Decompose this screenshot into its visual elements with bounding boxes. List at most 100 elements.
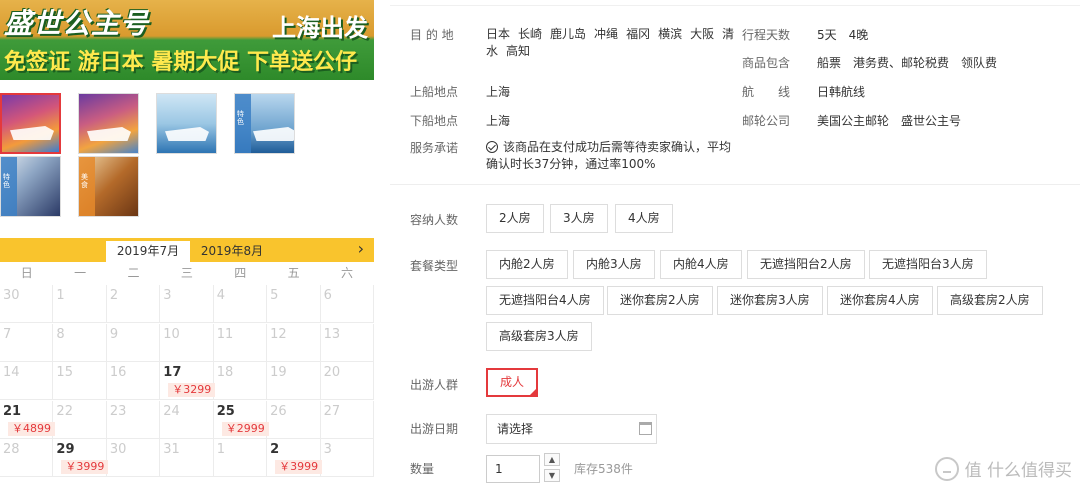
day-number: 12 [270,326,287,342]
quantity-down-button[interactable]: ▼ [544,469,560,482]
banner-promo: 免签证 游日本 暑期大促 下单送公仔 [4,50,357,75]
banner-departure: 上海出发 [272,14,368,42]
calendar-day-available[interactable]: 21 ￥4899 [0,400,55,439]
calendar-day: 19 [267,362,321,400]
package-option[interactable]: 高级套房3人房 [486,322,592,351]
package-option[interactable]: 无遮挡阳台4人房 [486,286,604,315]
tab-month-august[interactable]: 2019年8月 [192,241,272,262]
day-number: 5 [270,288,279,303]
calendar-day: 28 [0,439,54,477]
calendar-icon[interactable] [639,422,652,435]
day-price: ￥4899 [8,421,55,436]
quantity-input[interactable] [487,456,537,482]
package-option[interactable]: 内舱4人房 [660,250,742,279]
thumb-ship-sunset[interactable] [0,93,61,154]
calendar-weekdays: 日一二三四五六 [0,262,374,285]
calendar-day: 4 [213,285,268,323]
includes-value: 船票 港务费、邮轮税费 领队费 [817,56,998,70]
calendar-day-available[interactable]: 2 ￥3999 [267,439,323,477]
calendar-day: 15 [53,362,107,400]
destination-item: 鹿儿岛 [550,27,587,41]
day-price: ￥3999 [61,460,109,474]
weekday-label: 五 [287,266,300,280]
check-circle-icon [486,141,498,153]
package-label: 套餐类型 [410,259,459,273]
calendar-day: 11 [213,323,268,362]
thumb-interior[interactable]: 特色 [0,156,61,217]
watermark: 值 什么值得买 [934,456,1072,481]
group-option-adult[interactable]: 成人 [486,368,539,397]
day-number: 29 [56,442,75,457]
calendar-day: 8 [53,323,107,362]
capacity-option-2[interactable]: 2人房 [486,204,544,233]
calendar-day: 7 [0,323,54,362]
day-number: 26 [270,403,287,419]
quantity-stepper[interactable] [486,455,540,483]
thumb-ship-sunset-2[interactable] [78,93,139,154]
day-number: 30 [3,288,20,303]
date-input[interactable] [487,415,627,443]
day-number: 11 [216,326,234,342]
package-option[interactable]: 迷你套房3人房 [717,286,823,315]
day-number: 24 [163,403,180,419]
day-number: 23 [109,403,127,419]
calendar-day: 20 [320,362,374,400]
day-price: ￥3999 [275,460,323,474]
thumb-food[interactable]: 美食 [78,156,139,217]
quantity-up-button[interactable]: ▲ [544,453,560,466]
calendar-day: 5 [267,285,321,323]
qty-label: 数量 [410,462,435,476]
tab-month-july[interactable]: 2019年7月 [106,241,190,262]
weekday-label: 一 [74,266,87,280]
day-number: 21 [3,403,22,419]
day-number: 3 [323,442,332,457]
thumb-ship-sea[interactable]: 特色 [234,93,295,154]
package-option[interactable]: 无遮挡阳台3人房 [869,250,987,279]
chevron-right-icon[interactable]: › [358,239,364,259]
package-option[interactable]: 无遮挡阳台2人房 [747,250,865,279]
date-picker[interactable] [486,414,657,444]
promise-text: 该商品在支付成功后需等待卖家确认，平均确认时长37分钟，通过率100% [486,140,732,171]
destination-item: 长崎 [518,27,543,41]
capacity-option-4[interactable]: 4人房 [615,204,673,233]
package-option[interactable]: 高级套房2人房 [937,286,1043,315]
day-number: 1 [216,442,225,457]
package-option[interactable]: 内舱3人房 [573,250,655,279]
calendar-day-available[interactable]: 29 ￥3999 [53,439,109,477]
day-number: 19 [270,365,287,380]
route-label: 航 线 [742,85,791,99]
calendar-day: 6 [320,285,374,323]
destination-item: 横滨 [658,27,683,41]
product-info-panel: 目 的 地 日本 长崎 鹿儿岛 冲绳 福冈 横滨 大阪 清水 高知 行程天数 5天 4晚 商品包… [390,0,1080,495]
dest-label: 目 的 地 [410,28,454,42]
weekday-label: 日 [20,266,33,280]
day-number: 17 [163,365,182,380]
calendar-day: 23 [106,400,161,439]
calendar-day-available[interactable]: 25 ￥2999 [213,400,269,439]
calendar-day: 22 [53,400,107,439]
destination-item: 福冈 [626,27,651,41]
destination-item: 日本 [486,27,511,41]
day-number: 31 [163,442,180,457]
day-number: 8 [56,326,65,342]
group-label: 出游人群 [410,378,459,392]
capacity-option-3[interactable]: 3人房 [550,204,608,233]
calendar-day: 10 [160,323,214,362]
alight-value: 上海 [486,114,511,128]
alight-label: 下船地点 [410,114,459,128]
banner-title: 盛世公主号 [4,7,150,40]
board-label: 上船地点 [410,85,459,99]
day-number: 14 [3,365,20,380]
thumb-ship-wave[interactable] [156,93,217,154]
date-label: 出游日期 [410,422,459,436]
calendar-day: 14 [0,362,54,400]
day-number: 15 [56,365,73,380]
stock-text: 库存538件 [574,462,633,476]
calendar-day-available[interactable]: 17 ￥3299 [160,362,216,400]
day-number: 18 [216,365,234,380]
day-number: 27 [323,403,341,419]
package-option[interactable]: 迷你套房4人房 [827,286,933,315]
package-option[interactable]: 迷你套房2人房 [607,286,713,315]
package-option[interactable]: 内舱2人房 [486,250,568,279]
day-number: 7 [3,326,12,342]
